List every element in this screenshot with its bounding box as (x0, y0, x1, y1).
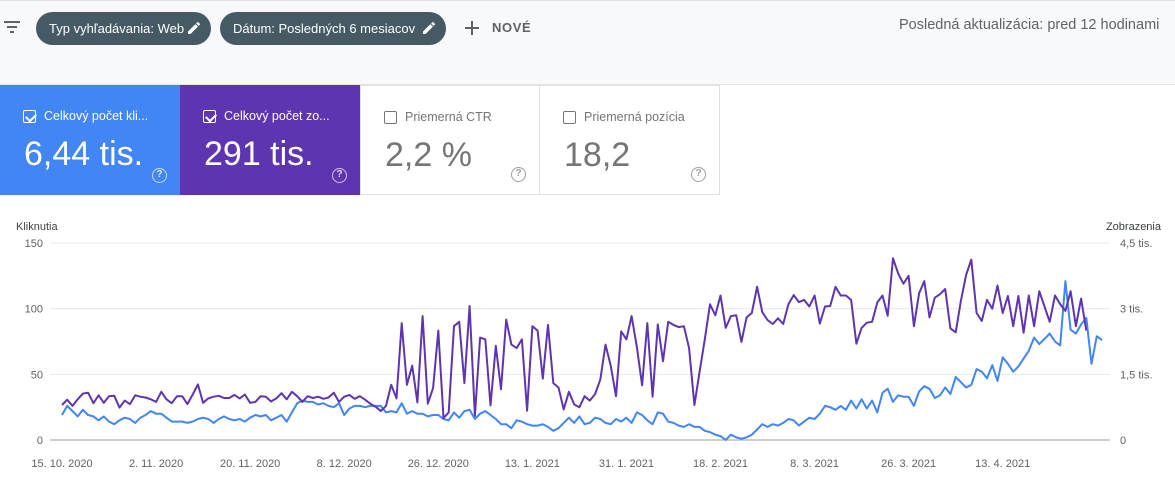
left-axis-title: Kliknutia (16, 221, 58, 233)
edit-pencil-icon[interactable] (187, 21, 201, 35)
checkbox-unchecked-icon[interactable] (384, 111, 397, 124)
help-icon[interactable]: ? (332, 168, 347, 183)
series-line-kliknutia (61, 280, 1103, 441)
metric-value: 18,2 (564, 136, 631, 174)
help-icon[interactable]: ? (691, 167, 706, 182)
right-tick-label: 0 (1120, 435, 1126, 447)
metric-card-total-impressions[interactable]: Celkový počet zo... 291 tis. ? (180, 85, 360, 195)
search-type-chip-label: Typ vyhľadávania: Web (49, 21, 185, 36)
help-icon[interactable]: ? (152, 168, 167, 183)
left-tick-label: 100 (25, 304, 43, 316)
left-tick-label: 50 (31, 369, 43, 381)
toolbar-spacer (0, 58, 1175, 85)
x-tick-label: 8. 12. 2020 (317, 458, 372, 470)
right-axis-title: Zobrazenia (1106, 221, 1162, 233)
x-tick-label: 20. 11. 2020 (220, 458, 280, 470)
right-tick-label: 3 tis. (1120, 304, 1143, 316)
metric-value: 6,44 tis. (24, 135, 144, 173)
plus-icon (465, 21, 479, 35)
metric-card-average-position[interactable]: Priemerná pozícia 18,2 ? (539, 85, 720, 195)
date-chip-label: Dátum: Posledných 6 mesiacov (233, 21, 416, 36)
metric-value: 291 tis. (204, 135, 314, 173)
metric-card-total-clicks[interactable]: Celkový počet kli... 6,44 tis. ? (0, 85, 180, 195)
checkbox-unchecked-icon[interactable] (563, 111, 576, 124)
right-tick-label: 1,5 tis. (1120, 369, 1152, 381)
x-tick-label: 2. 11. 2020 (129, 458, 183, 470)
last-update-status: Posledná aktualizácia: pred 12 hodinami (899, 17, 1160, 33)
x-tick-label: 31. 1. 2021 (599, 458, 654, 470)
metric-label: Celkový počet zo... (224, 109, 330, 123)
new-button-label: NOVÉ (492, 20, 532, 35)
x-tick-label: 26. 3. 2021 (881, 458, 936, 470)
add-new-filter-button[interactable]: NOVÉ (462, 14, 531, 42)
filter-list-icon[interactable] (3, 18, 21, 36)
metric-value: 2,2 % (385, 136, 472, 174)
help-icon[interactable]: ? (511, 167, 526, 182)
right-tick-label: 4,5 tis. (1120, 238, 1152, 250)
edit-pencil-icon[interactable] (422, 21, 436, 35)
x-tick-label: 8. 3. 2021 (790, 458, 839, 470)
performance-line-chart[interactable]: Kliknutia Zobrazenia 0 50 100 150 0 1,5 tis.… (0, 210, 1175, 493)
x-tick-label: 26. 12. 2020 (408, 458, 469, 470)
metric-label: Priemerná pozícia (584, 110, 685, 124)
metric-card-average-ctr[interactable]: Priemerná CTR 2,2 % ? (360, 85, 540, 195)
left-tick-label: 150 (25, 238, 43, 250)
x-tick-label: 18. 2. 2021 (693, 458, 748, 470)
metric-label: Celkový počet kli... (44, 109, 149, 123)
metric-label: Priemerná CTR (405, 110, 492, 124)
x-tick-label: 15. 10. 2020 (31, 458, 92, 470)
checkbox-checked-icon[interactable] (23, 110, 37, 123)
x-tick-label: 13. 1. 2021 (505, 458, 560, 470)
x-tick-label: 13. 4. 2021 (975, 458, 1030, 470)
date-range-filter-chip[interactable]: Dátum: Posledných 6 mesiacov (220, 12, 446, 45)
search-type-filter-chip[interactable]: Typ vyhľadávania: Web (36, 12, 211, 45)
toolbar: Typ vyhľadávania: Web Dátum: Posledných … (0, 0, 1175, 59)
left-tick-label: 0 (37, 435, 43, 447)
checkbox-checked-icon[interactable] (203, 110, 217, 123)
